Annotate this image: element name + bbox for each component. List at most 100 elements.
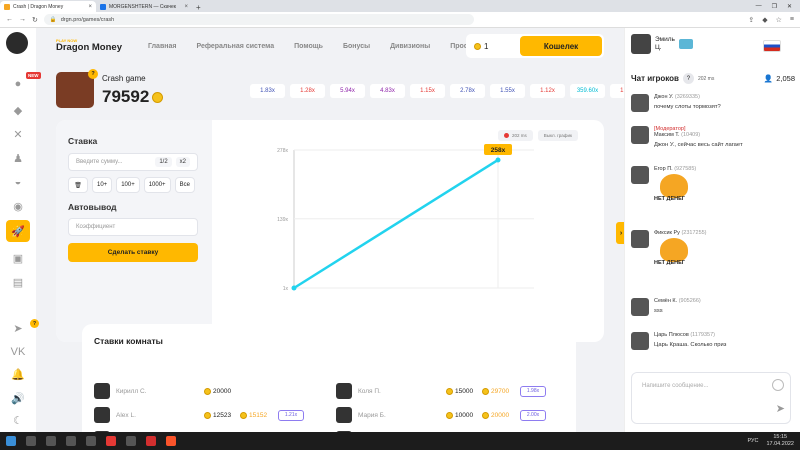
share-icon[interactable]: ⇪ [748, 16, 754, 24]
avatar[interactable] [631, 166, 649, 184]
url-field[interactable]: 🔒 drgn.pro/games/crash [43, 14, 474, 25]
search-icon[interactable] [26, 436, 36, 446]
menu-icon[interactable]: ≡ [790, 16, 794, 24]
rocket-icon[interactable]: 🚀 [6, 220, 30, 242]
wheel-icon[interactable]: ◉ [9, 198, 27, 214]
hat-icon[interactable]: ◒ [9, 174, 27, 190]
player-name: Мария Б. [358, 411, 386, 419]
chat-help-button[interactable]: ? [682, 73, 694, 84]
bet-amount: 12523 [204, 411, 240, 419]
data-point [495, 157, 501, 163]
new-badge: NEW [26, 72, 41, 79]
new-tab-icon[interactable]: + [192, 3, 205, 12]
forward-icon[interactable]: → [19, 16, 26, 23]
place-bet-button[interactable]: Сделать ставку [68, 243, 198, 262]
brave-icon[interactable] [166, 436, 176, 446]
chat-message: Егор П. (927585) НЕТ ДЕНЕГ [631, 166, 795, 208]
send-icon[interactable]: ➤ [776, 402, 785, 415]
windows-start-icon[interactable] [6, 436, 16, 446]
language-indicator[interactable]: РУС [747, 438, 758, 444]
cube-icon[interactable]: ▣ [9, 250, 27, 266]
y-tick-label: 278x [277, 148, 288, 154]
avatar[interactable] [631, 94, 649, 112]
task-view-icon[interactable] [46, 436, 56, 446]
preset-10[interactable]: 10+ [92, 177, 113, 193]
reload-icon[interactable]: ↻ [32, 16, 38, 24]
avatar [336, 383, 352, 399]
telegram-icon[interactable]: ➤ [9, 320, 27, 336]
chat-panel: Эмиль Ц. Чат игроков ? 202 ms 👤 2,058 Дж… [624, 28, 800, 432]
browser-tab-music[interactable]: MORGENSHTERN — Скачек × [96, 1, 192, 12]
trash-icon[interactable]: 🗑 [68, 177, 88, 193]
avatar[interactable] [631, 230, 649, 248]
browser-tab-crash[interactable]: Crash | Dragon Money × [0, 1, 96, 12]
opera-icon[interactable] [146, 436, 156, 446]
yandex-icon[interactable] [106, 436, 116, 446]
half-button[interactable]: 1/2 [155, 157, 172, 167]
message-author[interactable]: Максим Т. (10409) [654, 132, 743, 138]
multiplier-badge: 1.98x [520, 385, 546, 397]
message-author[interactable]: Царь Плюсов (1179357) [654, 332, 726, 338]
close-tab-icon[interactable]: × [184, 4, 188, 10]
preset-100[interactable]: 100+ [116, 177, 140, 193]
person-icon[interactable]: ♟ [9, 150, 27, 166]
game-help-badge[interactable]: ? [88, 69, 98, 79]
player-name: Коля П. [358, 387, 381, 395]
room-bet-row: Кирилл С. 20000 [94, 382, 278, 400]
russia-flag-icon[interactable] [763, 40, 781, 52]
nav-referral[interactable]: Реферальная система [196, 43, 274, 50]
nav-bonuses[interactable]: Бонусы [343, 43, 370, 50]
maximize-icon[interactable]: ❐ [772, 3, 777, 10]
avatar [94, 383, 110, 399]
ticket-icon[interactable]: ◆ [9, 102, 27, 118]
bet-amount-input[interactable]: Введите сумму... 1/2 x2 [68, 153, 198, 171]
chat-ping: 202 ms [697, 75, 715, 82]
moon-icon[interactable]: ☾ [9, 412, 27, 428]
win-amount-value: 20000 [491, 411, 510, 419]
extension-icon[interactable]: ◆ [762, 16, 767, 24]
emoji-icon[interactable] [772, 379, 784, 391]
clock[interactable]: 15:15 17.04.2022 [766, 434, 794, 447]
avatar[interactable] [631, 332, 649, 350]
nav-home[interactable]: Главная [148, 43, 176, 50]
swords-icon[interactable]: ✕ [9, 126, 27, 142]
message-author[interactable]: Егор П. (927585) [654, 166, 696, 172]
explorer-icon[interactable] [66, 436, 76, 446]
app-icon[interactable] [86, 436, 96, 446]
wallet-button[interactable]: Кошелек [520, 36, 602, 56]
nav-divisions[interactable]: Дивизионы [390, 43, 430, 50]
sticker-image: НЕТ ДЕНЕГ [654, 238, 696, 272]
preset-1000[interactable]: 1000+ [143, 177, 171, 193]
dragon-logo-icon[interactable] [6, 32, 28, 54]
bet-amount-value: 20000 [213, 387, 232, 395]
nav-help[interactable]: Помощь [294, 43, 323, 50]
avatar[interactable] [631, 298, 649, 316]
message-author[interactable]: Фиксик Ру (2317255) [654, 230, 707, 236]
close-window-icon[interactable]: ✕ [787, 3, 792, 10]
preset-all[interactable]: Все [174, 177, 195, 193]
message-text: почему слоты тормозят? [654, 104, 721, 110]
avatar[interactable] [631, 126, 649, 144]
sound-icon[interactable]: 🔊 [9, 390, 27, 406]
current-user[interactable]: Эмиль Ц. [631, 34, 693, 54]
close-tab-icon[interactable]: × [88, 4, 92, 10]
coin-icon [204, 411, 211, 419]
chat-input[interactable]: Напишите сообщение... ➤ [631, 372, 791, 424]
coefficient-input[interactable]: Коэффициент [68, 218, 198, 236]
minimize-icon[interactable]: — [756, 3, 762, 10]
bell-icon[interactable]: 🔔 [9, 366, 27, 382]
cards-icon[interactable]: ▤ [9, 274, 27, 290]
win-amount: 15152 [240, 411, 278, 419]
message-author[interactable]: Семён К. (905266) [654, 298, 701, 304]
bet-amount-value: 12523 [213, 411, 232, 419]
brand[interactable]: PLAY NOW Dragon Money [56, 39, 122, 53]
bookmark-icon[interactable]: ☆ [776, 16, 782, 24]
back-icon[interactable]: ← [6, 16, 13, 23]
balance-value: 1 [484, 41, 489, 51]
message-author[interactable]: Джон У. (3269335) [654, 94, 721, 100]
double-button[interactable]: x2 [175, 157, 190, 167]
app-icon[interactable] [126, 436, 136, 446]
vk-icon[interactable]: VK [9, 344, 27, 360]
games-icon[interactable]: ● [9, 76, 27, 92]
bet-title: Ставка [68, 136, 98, 146]
